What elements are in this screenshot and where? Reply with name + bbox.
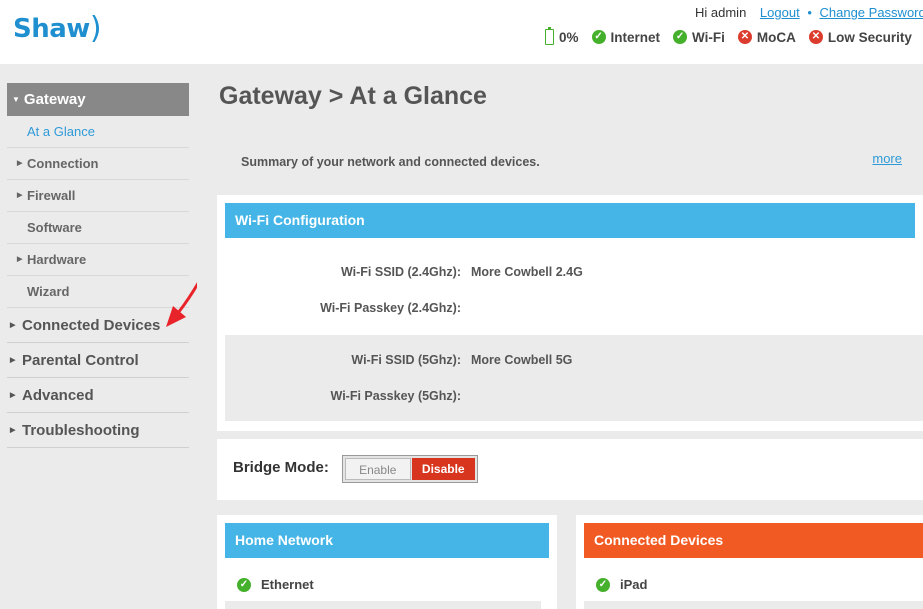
battery-icon bbox=[545, 26, 554, 45]
row-divider bbox=[225, 601, 541, 609]
user-links: Hi admin Logout • Change Password bbox=[695, 5, 923, 20]
home-network-card: Home Network ✓ Ethernet bbox=[217, 515, 557, 609]
wifi-config-card: Wi-Fi Configuration Wi-Fi SSID (2.4Ghz):… bbox=[217, 195, 923, 431]
home-network-header: Home Network bbox=[225, 523, 549, 558]
sidebar-item-hardware[interactable]: ▶ Hardware bbox=[7, 244, 189, 276]
ssid-24-value: More Cowbell 2.4G bbox=[471, 265, 583, 279]
sidebar-item-label: Wizard bbox=[27, 284, 70, 299]
x-circle-icon: ✕ bbox=[808, 30, 823, 44]
logout-link[interactable]: Logout bbox=[760, 5, 800, 20]
ssid-5-label: Wi-Fi SSID (5Ghz): bbox=[351, 353, 461, 367]
row-divider bbox=[584, 601, 923, 609]
sidebar-item-troubleshooting[interactable]: ▶ Troubleshooting bbox=[7, 413, 189, 448]
bridge-mode-card: Bridge Mode: Enable Disable bbox=[217, 439, 923, 500]
sidebar-item-at-a-glance[interactable]: At a Glance bbox=[7, 116, 189, 148]
battery-status[interactable]: 0% bbox=[545, 26, 579, 45]
bridge-mode-label: Bridge Mode: bbox=[233, 459, 329, 476]
greeting: Hi admin bbox=[695, 5, 747, 20]
connected-devices-header: Connected Devices bbox=[584, 523, 923, 558]
sidebar-item-label: Gateway bbox=[23, 91, 86, 108]
caret-right-icon: ▶ bbox=[10, 357, 16, 364]
more-link[interactable]: more bbox=[872, 151, 902, 166]
sidebar-item-label: At a Glance bbox=[27, 124, 95, 139]
main-content: Gateway > At a Glance Summary of your ne… bbox=[197, 64, 923, 609]
change-password-link[interactable]: Change Password bbox=[820, 5, 923, 20]
sidebar-item-firewall[interactable]: ▶ Firewall bbox=[7, 180, 189, 212]
sidebar-item-advanced[interactable]: ▶ Advanced bbox=[7, 378, 189, 413]
ssid-24-label: Wi-Fi SSID (2.4Ghz): bbox=[340, 265, 461, 279]
sidebar-item-label: Troubleshooting bbox=[22, 422, 140, 439]
status-bar: 0% ✓ Internet ✓ Wi-Fi ✕ MoCA ✕ Low Secur… bbox=[545, 26, 923, 45]
caret-right-icon: ▶ bbox=[10, 392, 16, 399]
list-item: ✓ Ethernet bbox=[237, 577, 314, 592]
list-item: ✓ iPad bbox=[596, 577, 647, 592]
link-separator: • bbox=[807, 5, 812, 20]
summary-text: Summary of your network and connected de… bbox=[241, 155, 540, 169]
page-title: Gateway > At a Glance bbox=[219, 82, 487, 110]
check-circle-icon: ✓ bbox=[673, 30, 688, 44]
caret-right-icon: ▶ bbox=[17, 256, 23, 263]
x-circle-icon: ✕ bbox=[737, 30, 752, 44]
wifi-5ghz-band bbox=[225, 335, 923, 421]
sidebar: ▼ Gateway At a Glance ▶ Connection ▶ Fire… bbox=[0, 64, 197, 609]
sidebar-item-label: Connection bbox=[27, 156, 99, 171]
home-network-item-label: Ethernet bbox=[261, 577, 314, 592]
moca-status[interactable]: ✕ MoCA bbox=[737, 29, 796, 45]
connected-devices-card: Connected Devices ✓ iPad bbox=[576, 515, 923, 609]
caret-right-icon: ▶ bbox=[10, 322, 16, 329]
check-circle-icon: ✓ bbox=[596, 577, 610, 592]
security-status[interactable]: ✕ Low Security bbox=[808, 29, 912, 45]
internet-status[interactable]: ✓ Internet bbox=[591, 29, 661, 45]
check-circle-icon: ✓ bbox=[237, 577, 251, 592]
sidebar-item-software[interactable]: Software bbox=[7, 212, 189, 244]
enable-button[interactable]: Enable bbox=[345, 458, 411, 480]
sidebar-item-label: Advanced bbox=[22, 387, 94, 404]
battery-label: 0% bbox=[559, 29, 579, 45]
wifi-status[interactable]: ✓ Wi-Fi bbox=[673, 30, 725, 45]
ssid-5-value: More Cowbell 5G bbox=[471, 353, 573, 367]
logo-wave-mark: ) bbox=[89, 11, 102, 46]
caret-right-icon: ▶ bbox=[17, 192, 23, 199]
disable-button[interactable]: Disable bbox=[411, 458, 475, 480]
connected-device-label: iPad bbox=[620, 577, 648, 592]
sidebar-item-connection[interactable]: ▶ Connection bbox=[7, 148, 189, 180]
moca-label: MoCA bbox=[756, 29, 796, 45]
sidebar-item-label: Firewall bbox=[27, 188, 76, 203]
sidebar-item-gateway[interactable]: ▼ Gateway bbox=[7, 83, 189, 116]
caret-right-icon: ▶ bbox=[10, 427, 16, 434]
caret-right-icon: ▶ bbox=[17, 160, 23, 167]
sidebar-item-label: Connected Devices bbox=[22, 317, 161, 334]
sidebar-item-label: Hardware bbox=[27, 252, 87, 267]
caret-down-icon: ▼ bbox=[12, 95, 20, 104]
passkey-5-label: Wi-Fi Passkey (5Ghz): bbox=[330, 389, 461, 403]
security-label: Low Security bbox=[827, 29, 912, 45]
shaw-logo[interactable]: Shaw) bbox=[13, 10, 102, 46]
sidebar-item-parental-control[interactable]: ▶ Parental Control bbox=[7, 343, 189, 378]
sidebar-item-label: Parental Control bbox=[22, 352, 139, 369]
bridge-mode-toggle[interactable]: Enable Disable bbox=[342, 455, 478, 483]
wifi-label: Wi-Fi bbox=[692, 29, 725, 45]
internet-label: Internet bbox=[610, 29, 661, 45]
check-circle-icon: ✓ bbox=[591, 30, 606, 44]
passkey-24-label: Wi-Fi Passkey (2.4Ghz): bbox=[320, 301, 461, 315]
sidebar-item-label: Software bbox=[27, 220, 82, 235]
wifi-config-header: Wi-Fi Configuration bbox=[225, 203, 915, 238]
